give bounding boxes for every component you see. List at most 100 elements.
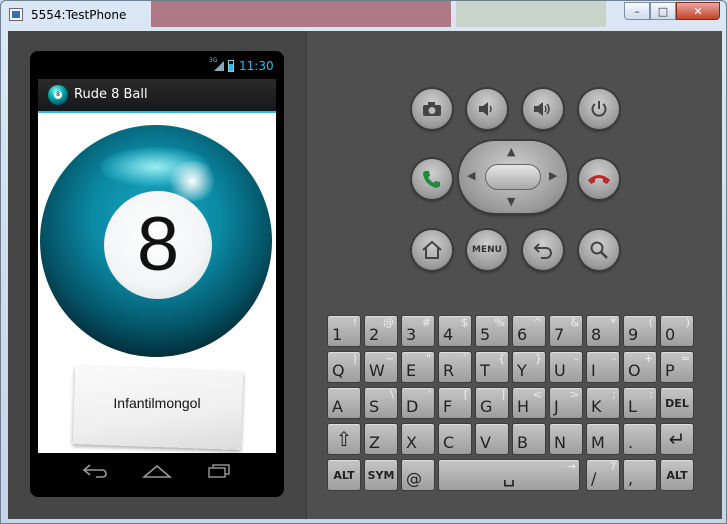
key-space[interactable]: ␣ → [438,459,580,491]
key-a[interactable]: A [327,387,361,419]
key-b[interactable]: B [512,423,546,455]
key-5[interactable]: 5% [475,315,509,347]
call-button[interactable] [412,159,452,199]
key-label: S [369,397,380,416]
volume-down-button[interactable] [467,89,507,129]
key-1[interactable]: 1! [327,315,361,347]
key-9[interactable]: 9( [623,315,657,347]
key-y[interactable]: Y} [512,351,546,383]
key-secondary-label: { [498,352,505,365]
key-label: F [443,397,453,416]
dpad-up-icon[interactable]: ▲ [507,145,515,158]
key-label: I [591,361,596,380]
key-label: P [665,361,675,380]
close-button[interactable]: ✕ [676,2,720,20]
key-t[interactable]: T{ [475,351,509,383]
key-sym[interactable]: SYM [364,459,398,491]
key-c[interactable]: C [438,423,472,455]
eight-ball[interactable]: 8 [40,125,272,357]
key-8[interactable]: 8 * [586,315,620,347]
key-label: B [517,433,528,452]
volume-up-button[interactable] [523,89,563,129]
key-v[interactable]: V [475,423,509,455]
key-u[interactable]: U – [549,351,583,383]
key-x[interactable]: X [401,423,435,455]
window-app-icon [9,8,23,21]
power-button[interactable] [579,89,619,129]
menu-button[interactable]: MENU [467,230,507,270]
key-del[interactable]: DEL [660,387,694,419]
key-label: C [443,433,455,452]
key-shift[interactable]: ⇧ [327,423,361,455]
dpad-down-icon[interactable]: ▼ [507,195,515,208]
key-3[interactable]: 3 # [401,315,435,347]
home-key-icon [422,240,442,259]
key-label: 6 [517,325,528,344]
key-label: R [443,361,455,380]
key-secondary-label: & [570,316,579,329]
key-r[interactable]: R ` [438,351,472,383]
ball-number: 8 [136,202,180,287]
search-button[interactable] [579,230,619,270]
maximize-button[interactable]: □ [650,2,676,20]
key-6[interactable]: 6 ^ [512,315,546,347]
key-comma[interactable]: , [623,459,657,491]
phone-panel: 3G 11:30 8 Rude 8 Ball 8 Infantilmongol [8,31,306,519]
key-s[interactable]: S \ [364,387,398,419]
key-4[interactable]: 4 $ [438,315,472,347]
app-content: 8 Infantilmongol [38,113,276,453]
key-2[interactable]: 2 @ [364,315,398,347]
home-icon[interactable] [141,463,173,483]
key-slash[interactable]: /? [586,459,620,491]
end-call-icon [588,175,610,184]
dpad-center-button[interactable] [485,164,541,190]
key-k[interactable]: K; [586,387,620,419]
key-l[interactable]: L: [623,387,657,419]
key-q[interactable]: Q | [327,351,361,383]
key-j[interactable]: J > [549,387,583,419]
dpad[interactable]: ▲ ▼ ◀ ▶ [459,141,567,213]
end-call-button[interactable] [579,159,619,199]
key-i[interactable]: I- [586,351,620,383]
recents-icon[interactable] [204,463,234,483]
title-bar[interactable]: 5554:TestPhone – □ ✕ [1,1,726,31]
camera-icon [423,102,441,116]
dpad-right-icon[interactable]: ▶ [549,169,557,182]
key-label: 2 [369,325,380,344]
key-label: M [591,433,605,452]
key-at[interactable]: @ [401,459,435,491]
key-alt[interactable]: ALT [327,459,361,491]
key-n[interactable]: N [549,423,583,455]
key-d[interactable]: D ' [401,387,435,419]
key-period[interactable]: . [623,423,657,455]
key-label: L [628,397,637,416]
key-label: G [480,397,493,416]
key-m[interactable]: M [586,423,620,455]
key-label: 8 [591,325,602,344]
back-button[interactable] [523,230,563,270]
key-p[interactable]: P = [660,351,694,383]
dpad-left-icon[interactable]: ◀ [467,169,475,182]
key-z[interactable]: Z [364,423,398,455]
key-g[interactable]: G] [475,387,509,419]
home-button[interactable] [412,230,452,270]
key-label: D [406,397,419,416]
key-label: 4 [443,325,454,344]
key-e[interactable]: E " [401,351,435,383]
minimize-button[interactable]: – [624,2,650,20]
key-f[interactable]: F[ [438,387,472,419]
volume-down-icon [479,102,492,116]
key-0[interactable]: 0) [660,315,694,347]
camera-button[interactable] [412,89,452,129]
key-label: N [554,433,566,452]
key-w[interactable]: W ~ [364,351,398,383]
key-h[interactable]: H < [512,387,546,419]
key-label: U [554,361,566,380]
key-enter[interactable]: ↵ [660,423,694,455]
key-secondary-label: ` [462,352,469,365]
key-secondary-label: : [649,388,653,401]
key-alt[interactable]: ALT [660,459,694,491]
key-o[interactable]: O + [623,351,657,383]
back-icon[interactable] [80,463,110,483]
key-7[interactable]: 7 & [549,315,583,347]
